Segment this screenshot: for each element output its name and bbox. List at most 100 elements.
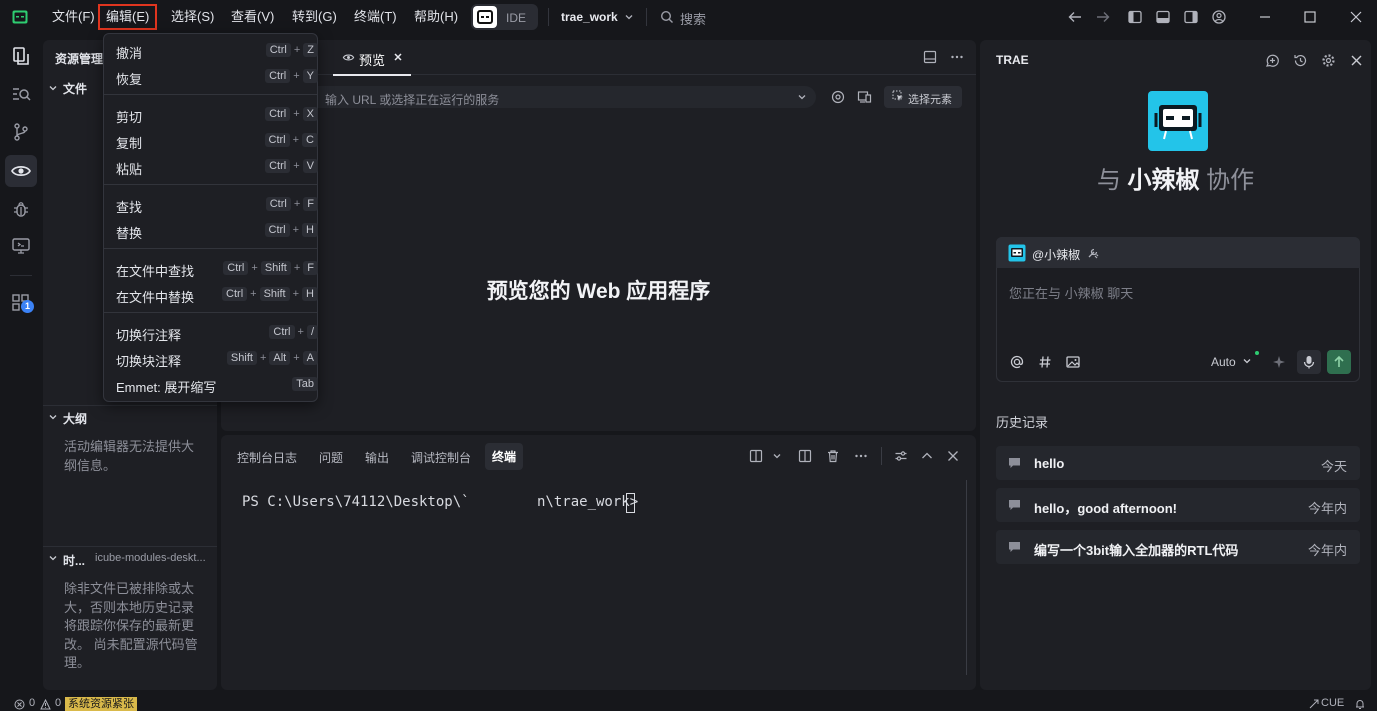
forward-arrow-icon[interactable]: [1095, 9, 1111, 25]
sparkle-icon[interactable]: [1271, 354, 1287, 370]
tab-debug-console[interactable]: 调试控制台: [411, 449, 471, 466]
microphone-icon: [1303, 356, 1315, 369]
ide-mode-label[interactable]: IDE: [506, 11, 526, 25]
account-icon[interactable]: [1211, 9, 1227, 25]
menu-view[interactable]: 查看(V): [229, 6, 276, 28]
key-plus: +: [293, 352, 300, 364]
tab-terminal[interactable]: 终端: [485, 443, 524, 470]
debug-bug-icon[interactable]: [9, 197, 33, 221]
back-arrow-icon[interactable]: [1067, 9, 1083, 25]
menu-item-copy[interactable]: 复制: [116, 133, 142, 152]
timeline-section-header[interactable]: 时...: [63, 552, 85, 569]
send-button[interactable]: [1327, 350, 1351, 374]
source-control-icon[interactable]: [9, 120, 33, 144]
hash-context-icon[interactable]: [1037, 354, 1053, 370]
menu-terminal[interactable]: 终端(T): [352, 6, 399, 28]
close-panel-icon[interactable]: [946, 449, 960, 463]
menu-item-find-in-files[interactable]: 在文件中查找: [116, 261, 194, 280]
menu-item-emmet-expand[interactable]: Emmet: 展开缩写: [116, 377, 216, 396]
error-count[interactable]: 0: [29, 697, 35, 709]
tab-problems[interactable]: 问题: [319, 449, 343, 466]
preview-eye-icon[interactable]: [9, 159, 33, 183]
browser-icon[interactable]: [831, 90, 845, 104]
warning-icon[interactable]: [40, 699, 51, 710]
close-icon[interactable]: [1349, 53, 1364, 68]
outline-section-header[interactable]: 大纲: [63, 410, 87, 427]
timeline-source: icube-modules-deskt...: [95, 552, 206, 564]
key: Ctrl: [264, 133, 290, 147]
warning-count[interactable]: 0: [55, 697, 61, 709]
chevron-down-icon[interactable]: [624, 12, 634, 22]
image-upload-icon[interactable]: [1065, 354, 1081, 370]
menu-item-replace[interactable]: 替换: [116, 223, 142, 242]
project-name[interactable]: trae_work: [561, 10, 618, 24]
toggle-panel-icon[interactable]: [1155, 9, 1171, 25]
new-terminal-split-icon[interactable]: [749, 449, 763, 463]
new-chat-icon[interactable]: [1265, 53, 1280, 68]
gear-icon[interactable]: [1321, 53, 1336, 68]
menu-item-cut[interactable]: 剪切: [116, 107, 142, 126]
model-selector[interactable]: Auto: [1211, 355, 1236, 369]
trash-icon[interactable]: [826, 449, 840, 463]
bell-icon[interactable]: [1354, 698, 1366, 710]
chevron-down-icon[interactable]: [771, 450, 783, 462]
menu-goto[interactable]: 转到(G): [290, 6, 339, 28]
history-icon[interactable]: [1293, 53, 1308, 68]
chevron-down-icon[interactable]: [48, 83, 58, 93]
menu-selection[interactable]: 选择(S): [169, 6, 216, 28]
toggle-sidebar-icon[interactable]: [1127, 9, 1143, 25]
minimize-icon[interactable]: [1257, 9, 1273, 25]
terminal-scrollbar[interactable]: [966, 480, 967, 675]
explorer-icon[interactable]: [9, 44, 33, 68]
menu-file[interactable]: 文件(F): [50, 6, 97, 28]
menu-edit[interactable]: 编辑(E): [98, 4, 158, 30]
menu-item-toggle-line-comment[interactable]: 切换行注释: [116, 325, 181, 344]
device-toggle-icon[interactable]: [857, 90, 872, 104]
menu-item-redo[interactable]: 恢复: [116, 69, 142, 88]
files-section-header[interactable]: 文件: [63, 80, 87, 97]
chevron-down-icon[interactable]: [796, 91, 808, 103]
toggle-aux-bar-icon[interactable]: [1183, 9, 1199, 25]
maximize-panel-icon[interactable]: [920, 449, 934, 463]
close-tab-icon[interactable]: [392, 51, 404, 63]
split-layout-icon[interactable]: [923, 50, 937, 64]
key-plus: +: [292, 224, 300, 236]
close-window-icon[interactable]: [1348, 9, 1364, 25]
key: Ctrl: [265, 107, 291, 121]
chevron-down-icon[interactable]: [48, 412, 58, 422]
tab-output[interactable]: 输出: [365, 449, 389, 466]
shortcut-paste: Ctrl + V: [265, 159, 318, 173]
maximize-icon[interactable]: [1302, 9, 1318, 25]
settings-sliders-icon[interactable]: [894, 449, 908, 463]
chevron-down-icon[interactable]: [48, 553, 58, 563]
menu-item-toggle-block-comment[interactable]: 切换块注释: [116, 351, 181, 370]
key: Ctrl: [264, 223, 290, 237]
shortcut-find: Ctrl + F: [265, 197, 318, 211]
tab-preview-label: 预览: [359, 53, 386, 68]
tools-icon[interactable]: [1087, 247, 1099, 259]
search-files-icon[interactable]: [9, 82, 33, 106]
menu-item-find[interactable]: 查找: [116, 197, 142, 216]
menu-item-replace-in-files[interactable]: 在文件中替换: [116, 287, 194, 306]
error-icon[interactable]: [14, 699, 25, 710]
global-search[interactable]: 搜索: [680, 9, 706, 28]
resource-warning-badge[interactable]: 系统资源紧张: [65, 697, 137, 711]
key-plus: +: [293, 262, 301, 274]
split-terminal-icon[interactable]: [798, 449, 812, 463]
at-mention-icon[interactable]: [1009, 354, 1025, 370]
tab-console-log[interactable]: 控制台日志: [237, 449, 297, 466]
more-icon[interactable]: [950, 50, 964, 64]
chevron-down-icon[interactable]: [1242, 356, 1252, 366]
sync-icon[interactable]: [1309, 699, 1319, 709]
key-plus: +: [293, 198, 301, 210]
menu-item-undo[interactable]: 撤消: [116, 43, 142, 62]
remote-explorer-icon[interactable]: [9, 234, 33, 258]
status-cue[interactable]: CUE: [1321, 697, 1344, 709]
terminal-prompt[interactable]: PS C:\Users\74112\Desktop\` n\trae_work>: [242, 494, 647, 510]
solo-mode-icon[interactable]: [473, 6, 497, 28]
voice-input-button[interactable]: [1297, 350, 1321, 374]
more-icon[interactable]: [854, 449, 868, 463]
menu-help[interactable]: 帮助(H): [412, 6, 460, 28]
search-icon[interactable]: [660, 10, 674, 24]
menu-item-paste[interactable]: 粘贴: [116, 159, 142, 178]
